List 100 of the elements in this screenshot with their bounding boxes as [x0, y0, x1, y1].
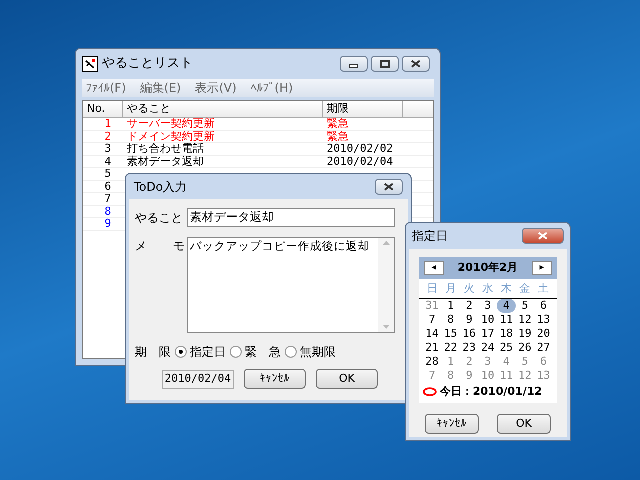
close-icon: [411, 60, 421, 68]
circle-mark-icon: [422, 386, 438, 397]
maximize-icon: [380, 60, 390, 68]
row-number: 1: [104, 118, 112, 130]
prev-month-button[interactable]: ◂: [424, 261, 444, 275]
day-cell[interactable]: 12: [516, 312, 534, 326]
scroll-down-icon: [382, 325, 390, 329]
day-cell[interactable]: 26: [516, 340, 534, 354]
next-month-button[interactable]: ▸: [532, 261, 552, 275]
day-cell[interactable]: 1: [442, 354, 460, 368]
task-cell-text: サーバー契約更新: [126, 118, 216, 130]
day-cell[interactable]: 23: [460, 340, 479, 354]
menu-item[interactable]: ﾌｧｲﾙ(F): [86, 79, 126, 97]
weekday-label: 木: [500, 281, 514, 297]
row-number: 6: [104, 180, 112, 192]
dialog-button[interactable]: ｷｬﾝｾﾙ: [425, 414, 479, 434]
day-cell[interactable]: 6: [534, 298, 553, 312]
weekday-label: 月: [444, 281, 458, 297]
day-cell[interactable]: 24: [478, 340, 498, 354]
day-cell[interactable]: 7: [423, 368, 442, 382]
deadline-cell-text: 2010/02/04: [326, 156, 394, 167]
dialog-button[interactable]: ｷｬﾝｾﾙ: [244, 369, 306, 389]
row-number: 8: [104, 206, 112, 217]
task-cell-text: 打ち合わせ電話: [126, 143, 205, 154]
day-cell[interactable]: 19: [516, 326, 534, 340]
today-label: 今日：2010/01/12: [440, 384, 542, 400]
app-icon: [82, 56, 98, 72]
day-cell[interactable]: 5: [516, 298, 534, 312]
radio-label[interactable]: 緊 急: [245, 343, 281, 361]
deadline-cell-text: 緊急: [326, 118, 350, 130]
day-cell[interactable]: 3: [478, 354, 498, 368]
column-header[interactable]: やること: [123, 101, 323, 117]
day-cell[interactable]: 6: [534, 354, 553, 368]
day-cell[interactable]: 3: [478, 298, 498, 312]
day-cell[interactable]: 12: [516, 368, 534, 382]
day-cell[interactable]: 28: [423, 354, 442, 368]
field-label: モ: [173, 238, 185, 255]
weekday-label: 水: [481, 281, 494, 297]
weekday-label: 火: [462, 281, 476, 297]
day-cell[interactable]: 10: [478, 312, 498, 326]
day-cell[interactable]: 10: [478, 368, 498, 382]
window-title: やることリスト: [102, 55, 194, 74]
day-cell[interactable]: 2: [460, 354, 479, 368]
day-cell[interactable]: 8: [442, 368, 460, 382]
day-cell[interactable]: 17: [478, 326, 498, 340]
day-cell[interactable]: 25: [497, 340, 516, 354]
row-number: 7: [104, 193, 112, 204]
month-label: 2010年2月: [458, 260, 518, 276]
dialog-button[interactable]: OK: [316, 369, 378, 389]
day-cell[interactable]: 11: [497, 312, 516, 326]
day-cell[interactable]: 13: [534, 368, 553, 382]
day-cell[interactable]: 14: [423, 326, 442, 340]
task-cell-text: 素材データ返却: [126, 156, 205, 167]
close-icon: [384, 182, 394, 190]
day-cell[interactable]: 4: [497, 298, 516, 312]
dialog-button[interactable]: OK: [497, 414, 551, 434]
day-cell[interactable]: 9: [460, 368, 479, 382]
weekday-label: 金: [518, 281, 532, 297]
close-button[interactable]: [375, 178, 403, 194]
day-cell[interactable]: 18: [497, 326, 516, 340]
date-field: 2010/02/04: [162, 370, 234, 388]
menu-item[interactable]: 表示(V): [195, 79, 237, 97]
row-number: 5: [104, 168, 112, 180]
menu-item[interactable]: ﾍﾙﾌﾟ(H): [250, 79, 294, 97]
maximize-button[interactable]: [371, 56, 399, 72]
menu-item[interactable]: 編集(E): [140, 79, 182, 97]
day-cell[interactable]: 2: [460, 298, 479, 312]
row-number: 9: [104, 218, 112, 230]
day-cell[interactable]: 31: [423, 298, 442, 312]
day-cell[interactable]: 15: [442, 326, 460, 340]
row-number: 2: [104, 130, 112, 142]
column-header[interactable]: No.: [83, 101, 123, 117]
field-label: 限: [159, 344, 171, 361]
task-input[interactable]: 素材データ返却: [187, 208, 395, 227]
day-cell[interactable]: 13: [534, 312, 553, 326]
day-cell[interactable]: 8: [442, 312, 460, 326]
day-cell[interactable]: 11: [497, 368, 516, 382]
dialog-title: ToDo入力: [134, 178, 188, 196]
field-label: 期: [135, 344, 147, 361]
day-cell[interactable]: 7: [423, 312, 442, 326]
day-cell[interactable]: 5: [516, 354, 534, 368]
weekday-label: 日: [426, 281, 439, 297]
memo-field[interactable]: バックアップコピー作成後に返却: [187, 237, 395, 333]
day-cell[interactable]: 27: [534, 340, 553, 354]
day-cell[interactable]: 9: [460, 312, 479, 326]
deadline-cell-text: 緊急: [326, 130, 350, 142]
day-cell[interactable]: 21: [423, 340, 442, 354]
row-number: 4: [104, 156, 112, 167]
field-label: やること: [135, 210, 184, 226]
radio-label[interactable]: 無期限: [300, 343, 336, 361]
day-cell[interactable]: 20: [534, 326, 553, 340]
close-button[interactable]: [402, 56, 430, 72]
column-header[interactable]: 期限: [323, 101, 403, 117]
weekday-label: 土: [537, 281, 550, 297]
minimize-button[interactable]: [340, 56, 368, 72]
day-cell[interactable]: 16: [460, 326, 479, 340]
radio-label[interactable]: 指定日: [190, 343, 226, 361]
day-cell[interactable]: 4: [497, 354, 516, 368]
day-cell[interactable]: 22: [442, 340, 460, 354]
day-cell[interactable]: 1: [442, 298, 460, 312]
